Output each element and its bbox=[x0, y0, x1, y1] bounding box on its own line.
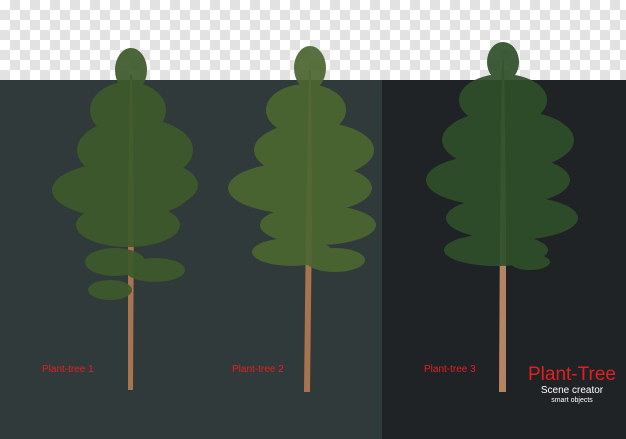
brand-block: Plant-Tree Scene creator smart objects bbox=[528, 365, 616, 405]
tree-1-label: Plant-tree 1 bbox=[42, 364, 94, 375]
tree-3-foliage bbox=[426, 42, 578, 270]
brand-title: Plant-Tree bbox=[528, 364, 616, 385]
tree-1-foliage bbox=[52, 48, 198, 300]
tree-3-label: Plant-tree 3 bbox=[424, 364, 476, 375]
tree-2-foliage bbox=[228, 46, 376, 272]
tree-3 bbox=[426, 42, 578, 392]
tree-2-label: Plant-tree 2 bbox=[232, 364, 284, 375]
brand-subtitle: Scene creator bbox=[540, 385, 604, 396]
canvas: Plant-tree 1 Plant-tree 2 Plant-tree 3 P… bbox=[0, 0, 626, 439]
brand-tagline: smart objects bbox=[551, 397, 593, 404]
tree-2 bbox=[228, 46, 376, 392]
tree-1 bbox=[52, 48, 198, 390]
